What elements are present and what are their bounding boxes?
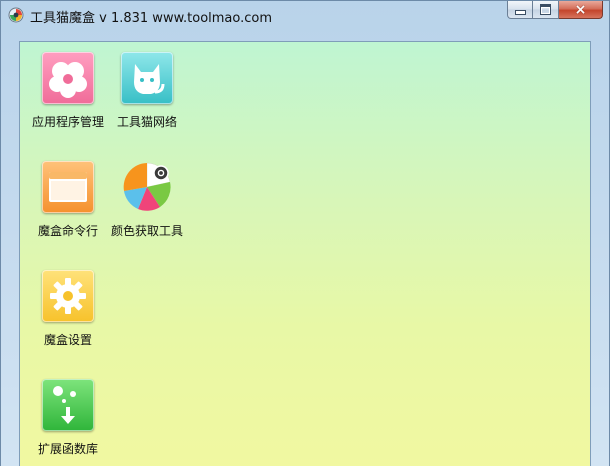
tile-extension-library[interactable]: 扩展函数库 bbox=[21, 379, 115, 457]
cat-icon bbox=[121, 52, 173, 104]
tile-label: 颜色获取工具 bbox=[110, 224, 183, 238]
app-window: 工具猫魔盒 v 1.831 www.toolmao.com × 应用程序管理 工… bbox=[0, 0, 610, 466]
download-bubbles-icon bbox=[42, 379, 94, 431]
tile-color-picker[interactable]: 颜色获取工具 bbox=[100, 161, 194, 239]
tile-label: 魔盒设置 bbox=[43, 333, 92, 347]
window-controls: × bbox=[507, 1, 603, 20]
tile-label: 扩展函数库 bbox=[37, 442, 98, 456]
title-bar[interactable]: 工具猫魔盒 v 1.831 www.toolmao.com × bbox=[1, 1, 609, 31]
tile-label: 工具猫网络 bbox=[116, 115, 177, 129]
close-icon: × bbox=[574, 1, 587, 18]
launcher-panel: 应用程序管理 工具猫网络 魔盒命令行 颜色获取工具 魔盒设置 扩展函数库 bbox=[19, 41, 591, 466]
color-pie-icon bbox=[121, 161, 173, 213]
maximize-button[interactable] bbox=[533, 1, 559, 19]
flower-icon bbox=[42, 52, 94, 104]
maximize-icon bbox=[540, 4, 551, 15]
gear-icon bbox=[42, 270, 94, 322]
minimize-icon bbox=[514, 10, 526, 15]
window-title: 工具猫魔盒 v 1.831 www.toolmao.com bbox=[30, 11, 273, 26]
close-button[interactable]: × bbox=[559, 1, 603, 19]
minimize-button[interactable] bbox=[507, 1, 533, 19]
app-logo-icon bbox=[8, 7, 24, 23]
tile-box-settings[interactable]: 魔盒设置 bbox=[21, 270, 115, 348]
console-window-icon bbox=[42, 161, 94, 213]
tile-toolmao-network[interactable]: 工具猫网络 bbox=[100, 52, 194, 130]
